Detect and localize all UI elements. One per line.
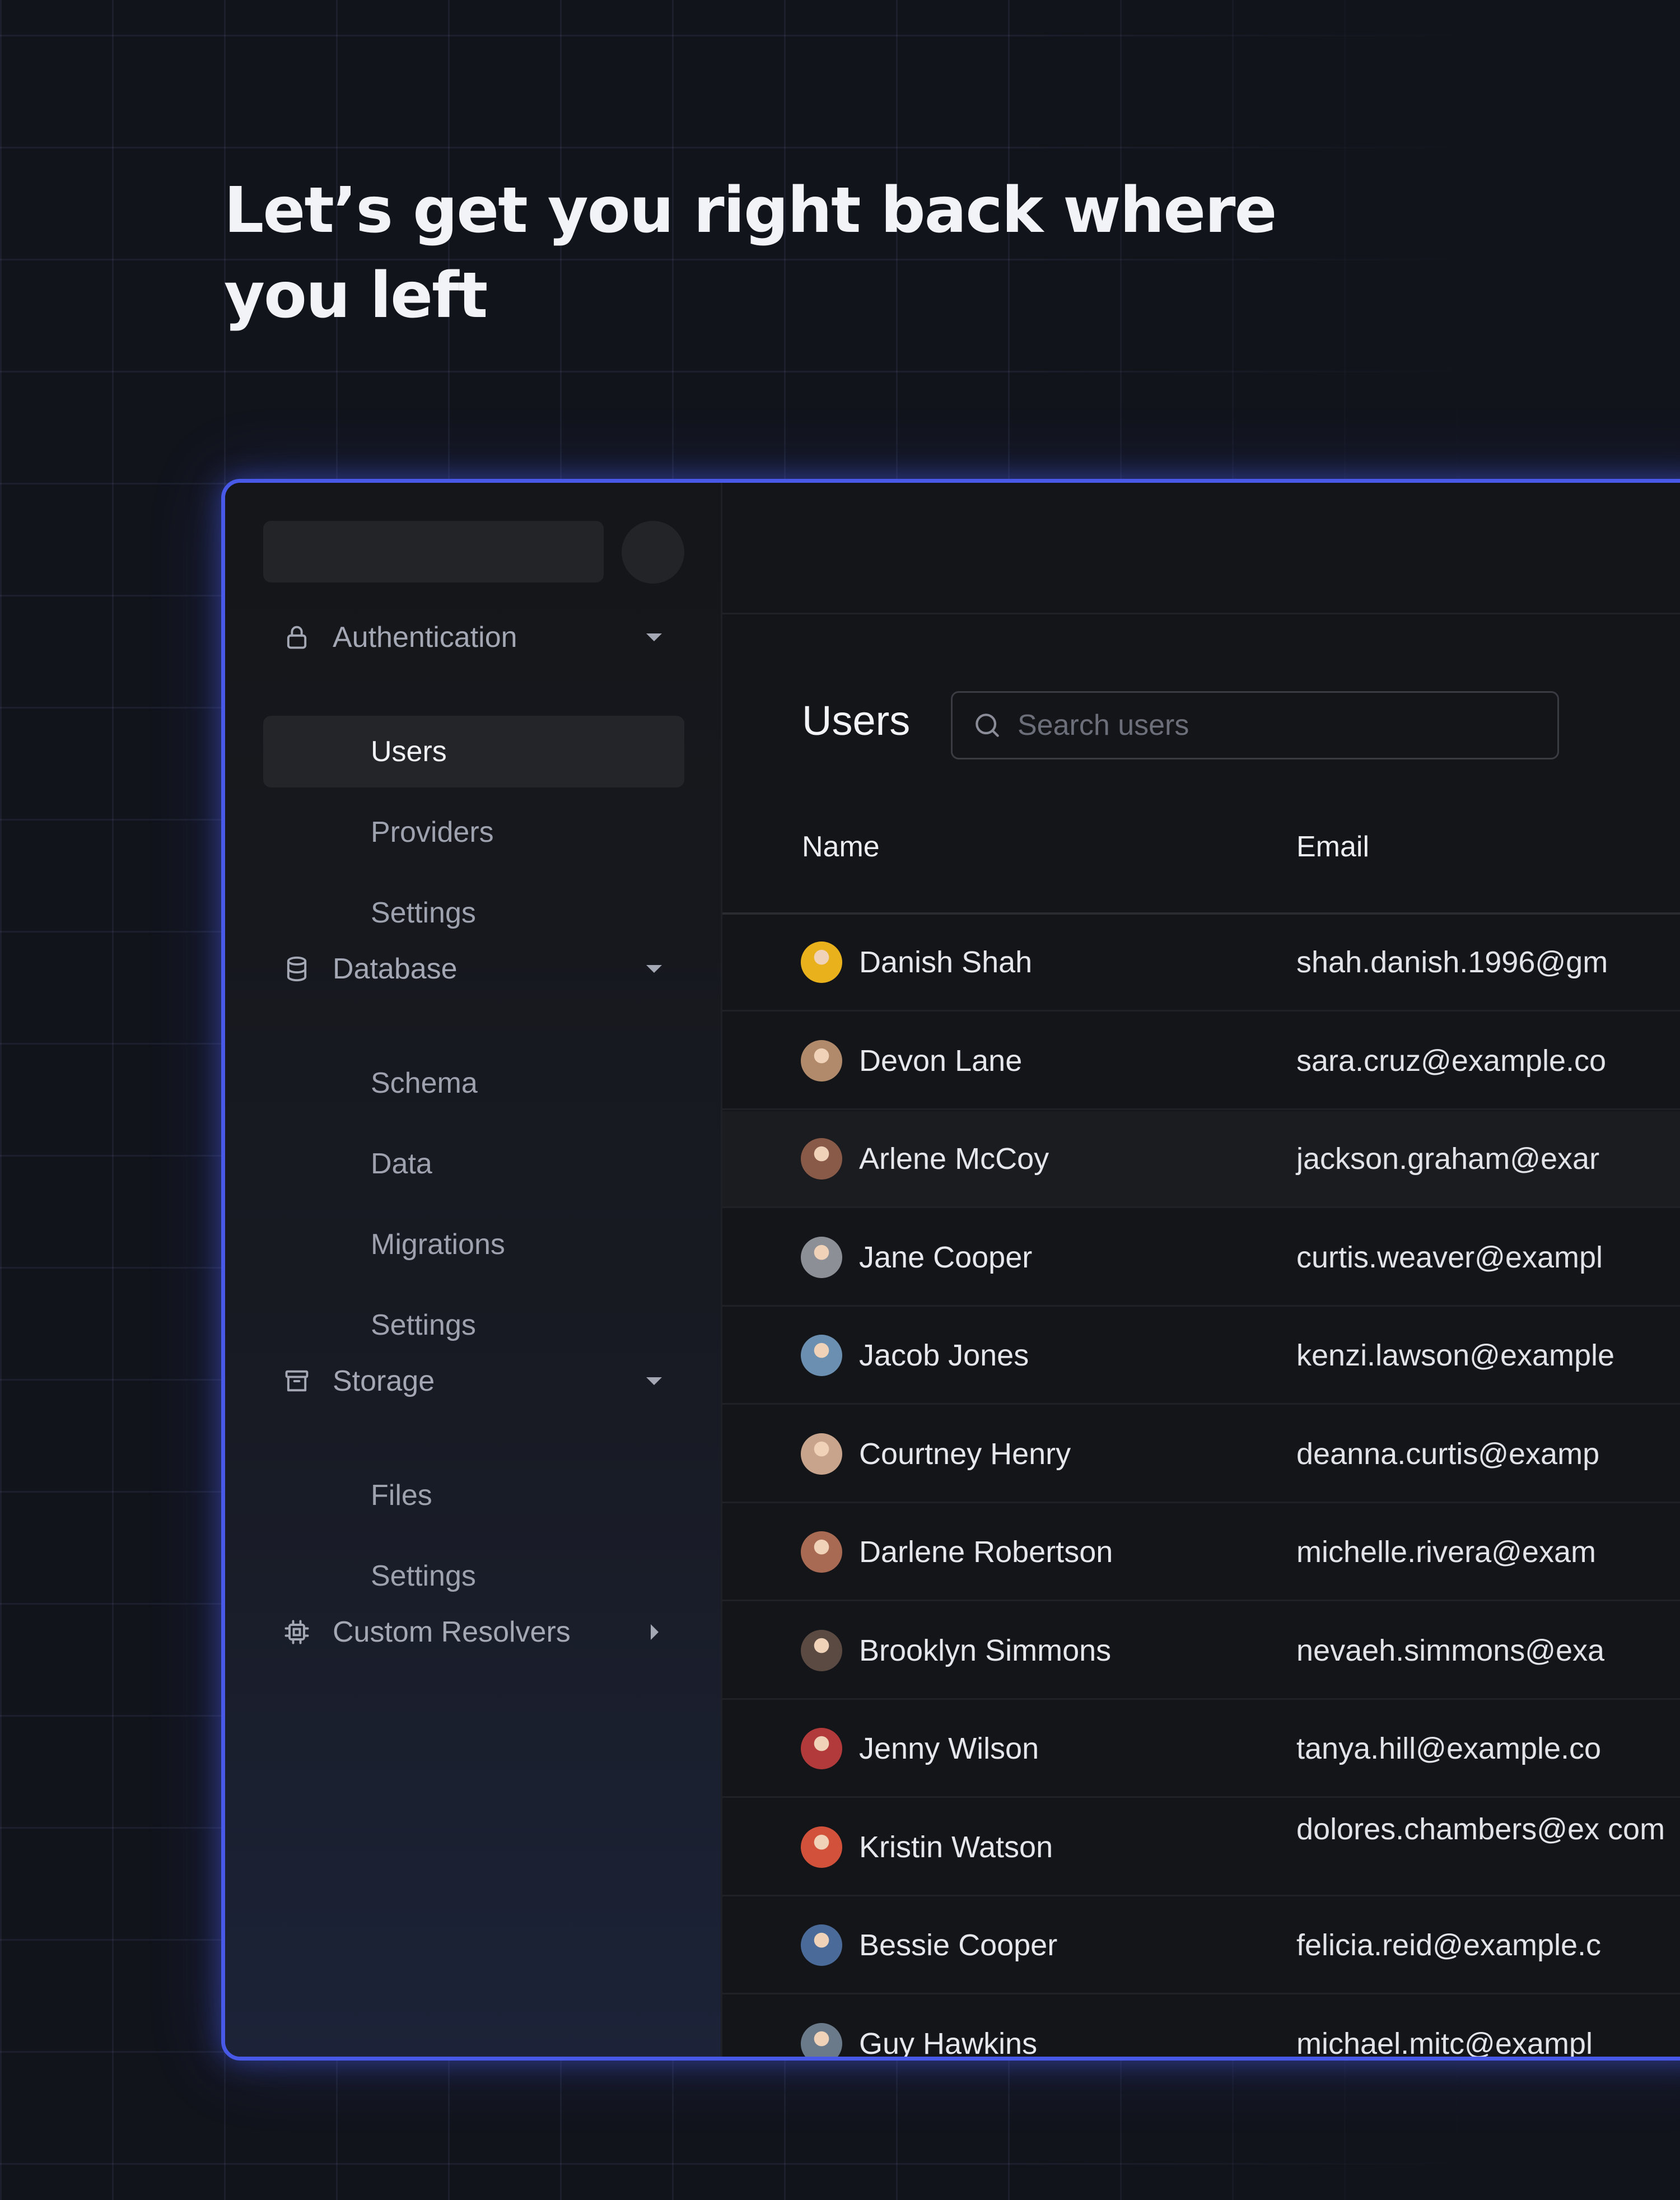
nav-group-label: Custom Resolvers (333, 1616, 571, 1648)
table-row[interactable]: Courtney Henry deanna.curtis@examp (722, 1406, 1680, 1503)
sidebar-item-schema[interactable]: Schema (263, 1047, 684, 1119)
sidebar: Authentication Users Providers Settings … (225, 483, 722, 2057)
user-email: nevaeh.simmons@exa (1296, 1633, 1605, 1667)
user-avatar (801, 1335, 842, 1376)
chevron-down-icon (646, 965, 662, 973)
table-row[interactable]: Guy Hawkins michael.mitc@exampl (722, 1996, 1680, 2061)
chevron-down-icon (646, 633, 662, 641)
nav-group-label: Storage (333, 1365, 435, 1397)
sidebar-item-files[interactable]: Files (263, 1460, 684, 1531)
search-box[interactable] (951, 691, 1559, 759)
database-icon (281, 953, 312, 985)
nav-group-label: Database (333, 953, 458, 985)
lock-icon (281, 622, 312, 653)
table-row[interactable]: Jenny Wilson tanya.hill@example.co (722, 1701, 1680, 1798)
table-row[interactable]: Darlene Robertson michelle.rivera@exam (722, 1504, 1680, 1601)
sidebar-item-label: Settings (371, 897, 476, 929)
sidebar-item-label: Files (371, 1479, 432, 1512)
user-avatar (801, 941, 842, 983)
user-name: Darlene Robertson (859, 1535, 1113, 1569)
user-avatar (801, 1728, 842, 1769)
search-icon (972, 710, 1003, 741)
sidebar-item-label: Settings (371, 1560, 476, 1592)
user-avatar (801, 1236, 842, 1278)
user-name: Jane Cooper (859, 1240, 1033, 1274)
top-bar (722, 483, 1680, 614)
table-row[interactable]: Devon Lane sara.cruz@example.co (722, 1013, 1680, 1110)
table-row[interactable]: Jane Cooper curtis.weaver@exampl (722, 1210, 1680, 1307)
user-email: kenzi.lawson@example (1296, 1339, 1615, 1372)
user-name: Kristin Watson (859, 1830, 1053, 1864)
user-name: Courtney Henry (859, 1437, 1071, 1471)
user-email: dolores.chambers@ex com (1296, 1812, 1665, 1846)
table-row[interactable]: Kristin Watson dolores.chambers@ex com (722, 1800, 1680, 1896)
chevron-right-icon (651, 1624, 659, 1640)
table-row[interactable]: Brooklyn Simmons nevaeh.simmons@exa (722, 1603, 1680, 1700)
sidebar-item-providers[interactable]: Providers (263, 796, 684, 868)
sidebar-item-label: Users (371, 735, 447, 768)
chevron-down-icon (646, 1377, 662, 1385)
nav-group-label: Authentication (333, 621, 517, 654)
archive-box-icon (281, 1365, 312, 1397)
sidebar-item-label: Providers (371, 816, 494, 849)
chip-icon (281, 1616, 312, 1648)
user-email: michael.mitc@exampl (1296, 2026, 1593, 2061)
user-email: curtis.weaver@exampl (1296, 1240, 1603, 1274)
app-window: Authentication Users Providers Settings … (221, 479, 1680, 2061)
sidebar-item-data[interactable]: Data (263, 1128, 684, 1200)
user-email: shah.danish.1996@gm (1296, 945, 1608, 979)
user-avatar (801, 1138, 842, 1180)
table-row[interactable]: Danish Shah shah.danish.1996@gm (722, 915, 1680, 1012)
nav-group-authentication[interactable]: Authentication (263, 606, 684, 669)
user-name: Arlene McCoy (859, 1142, 1049, 1176)
user-email: deanna.curtis@examp (1296, 1437, 1600, 1471)
user-avatar (801, 1433, 842, 1475)
user-name: Danish Shah (859, 945, 1033, 979)
nav-group-database[interactable]: Database (263, 938, 684, 1000)
search-input[interactable] (1016, 708, 1523, 743)
user-email: sara.cruz@example.co (1296, 1043, 1607, 1078)
table-row[interactable]: Bessie Cooper felicia.reid@example.c (722, 1898, 1680, 1994)
user-avatar (801, 2022, 842, 2057)
user-avatar (801, 1924, 842, 1966)
user-email: felicia.reid@example.c (1296, 1928, 1602, 1962)
user-avatar (801, 1531, 842, 1573)
page-title: Users (802, 697, 911, 744)
user-name: Devon Lane (859, 1043, 1023, 1078)
logo-placeholder (263, 521, 604, 582)
sidebar-item-label: Data (371, 1148, 432, 1180)
sidebar-item-label: Settings (371, 1309, 476, 1341)
user-name: Jacob Jones (859, 1339, 1029, 1372)
user-avatar (801, 1629, 842, 1671)
user-email: michelle.rivera@exam (1296, 1535, 1596, 1569)
sidebar-item-users[interactable]: Users (263, 716, 684, 787)
table-row[interactable]: Jacob Jones kenzi.lawson@example (722, 1308, 1680, 1405)
table-row[interactable]: Arlene McCoy jackson.graham@exar (722, 1111, 1680, 1208)
user-email: jackson.graham@exar (1296, 1142, 1600, 1176)
column-header-email[interactable]: Email (1296, 830, 1369, 864)
main-panel: Users Name Email Danish Shah shah.danish.… (722, 483, 1680, 2057)
sidebar-item-label: Schema (371, 1067, 478, 1099)
nav-group-custom-resolvers[interactable]: Custom Resolvers (263, 1601, 684, 1663)
user-email: tanya.hill@example.co (1296, 1732, 1602, 1765)
user-avatar (801, 1040, 842, 1082)
page-headline: Let’s get you right back where you left (224, 174, 1277, 332)
user-avatar (801, 1826, 842, 1868)
sidebar-item-label: Migrations (371, 1228, 505, 1261)
user-name: Brooklyn Simmons (859, 1633, 1112, 1667)
avatar[interactable] (622, 521, 684, 584)
sidebar-item-migrations[interactable]: Migrations (263, 1209, 684, 1280)
nav-group-storage[interactable]: Storage (263, 1350, 684, 1413)
user-name: Jenny Wilson (859, 1732, 1039, 1765)
user-name: Bessie Cooper (859, 1928, 1058, 1962)
user-name: Guy Hawkins (859, 2026, 1038, 2061)
column-header-name[interactable]: Name (802, 830, 880, 864)
